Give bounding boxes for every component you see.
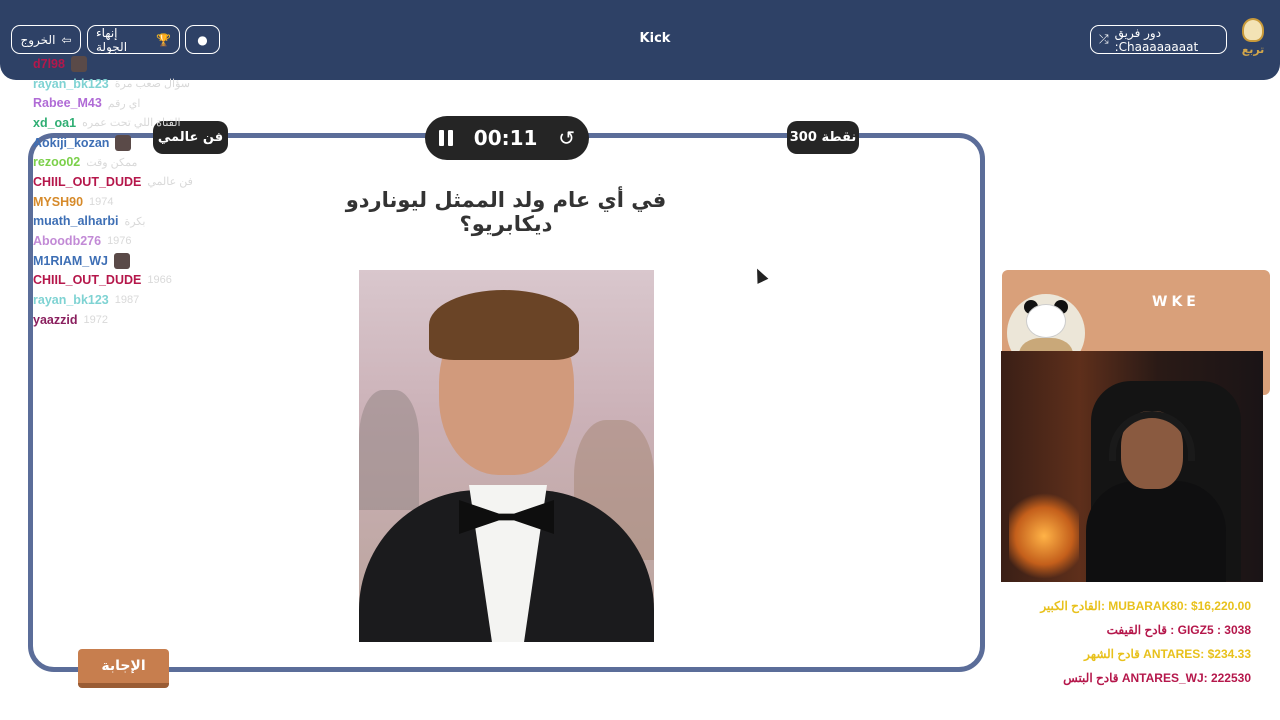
- chat-text: 1972: [83, 313, 108, 326]
- exit-label: الخروج: [20, 32, 56, 47]
- chat-message: rayan_bk123 1987: [33, 290, 233, 310]
- chat-username: CHIIL_OUT_DUDE: [33, 273, 142, 288]
- leaderboard-entry: قادح القيفت : GIGZ5 : 3038: [1106, 623, 1251, 637]
- leaderboard-entry: قادح البتس ANTARES_WJ: 222530: [1063, 671, 1251, 685]
- chat-message: Rabee_M43 اي رقم: [33, 93, 233, 113]
- chat-username: rayan_bk123: [33, 293, 109, 308]
- chat-username: CHIIL_OUT_DUDE: [33, 174, 142, 189]
- chat-message: rezoo02 ممكن وقت: [33, 152, 233, 172]
- chat-text: بكرة: [124, 215, 146, 228]
- end-round-label: إنهاء الجولة: [96, 25, 128, 54]
- leaderboard-entry: قادح الشهر ANTARES: $234.33: [1084, 647, 1251, 661]
- chat-text: اي رقم: [107, 97, 141, 110]
- reset-timer-icon[interactable]: ↺: [558, 126, 575, 150]
- exit-arrow-icon: ⇦: [61, 32, 72, 47]
- team-role-label: دور فريق :Chaaaaaaaat: [1114, 25, 1199, 54]
- palette-button[interactable]: ●: [185, 25, 220, 54]
- chat-username: M1RIAM_WJ: [33, 253, 109, 268]
- pause-icon[interactable]: [439, 130, 453, 146]
- chat-message: xd_oa1 القناة اللي تحت عمره: [33, 113, 233, 133]
- exit-button[interactable]: الخروج ⇦: [11, 25, 81, 54]
- timer-value: 00:11: [473, 126, 538, 150]
- chat-message: M1RIAM_WJ: [33, 251, 233, 271]
- chat-username: Aokiji_kozan: [33, 135, 110, 150]
- chat-text: 1976: [107, 235, 132, 248]
- chat-username: yaazzid: [33, 312, 78, 327]
- chat-message: CHIIL_OUT_DUDE فن عالمي: [33, 172, 233, 192]
- chat-username: Aboodb276: [33, 234, 102, 249]
- chat-username: MYSH90: [33, 194, 84, 209]
- chat-text: 1987: [114, 294, 140, 307]
- logo-text: تربع: [1241, 43, 1265, 56]
- team-role-button[interactable]: ⤮ دور فريق :Chaaaaaaaat: [1090, 25, 1227, 54]
- chat-username: xd_oa1: [33, 115, 77, 130]
- chat-text: سؤال صعب مرة: [114, 78, 190, 91]
- chat-avatar: [70, 55, 87, 72]
- end-round-button[interactable]: إنهاء الجولة 🏆: [87, 25, 180, 54]
- streamer-name: WKE: [1152, 294, 1200, 310]
- leaderboard-entry: القادح الكبير: MUBARAK80: $16,220.00: [1040, 599, 1251, 613]
- leaderboard: القادح الكبير: MUBARAK80: $16,220.00 قادح…: [1005, 594, 1251, 690]
- chat-username: muath_alharbi: [33, 214, 119, 229]
- chat-username: d7l98: [33, 56, 65, 71]
- trophy-icon: 🏆: [156, 32, 171, 47]
- chat-message: CHIIL_OUT_DUDE 1966: [33, 271, 233, 291]
- chat-message: Aboodb276 1976: [33, 231, 233, 251]
- chat-username: Rabee_M43: [33, 96, 102, 111]
- chat-avatar: [115, 134, 132, 151]
- chat-avatar: [114, 252, 131, 269]
- webcam-feed: [1001, 351, 1263, 582]
- app-logo: تربع: [1238, 18, 1268, 60]
- chat-message: MYSH90 1974: [33, 192, 233, 212]
- crown-icon: [1242, 18, 1264, 42]
- chat-text: 1966: [147, 274, 172, 287]
- chat-message: d7l98: [33, 54, 233, 74]
- chat-username: rezoo02: [33, 155, 81, 170]
- page-title: Kick: [639, 31, 671, 46]
- chat-text: 1974: [89, 195, 114, 208]
- question-image: [359, 270, 654, 642]
- shuffle-icon: ⤮: [1099, 32, 1109, 46]
- palette-icon: ●: [197, 32, 208, 47]
- chat-username: rayan_bk123: [33, 76, 109, 91]
- chat-text: فن عالمي: [147, 176, 193, 189]
- chat-text: ممكن وقت: [86, 156, 138, 169]
- chat-message: Aokiji_kozan: [33, 133, 233, 153]
- chat-message: rayan_bk123 سؤال صعب مرة: [33, 74, 233, 94]
- answer-button[interactable]: الإجابة: [78, 649, 169, 688]
- points-badge: 300 نقطة: [787, 121, 859, 154]
- chat-text: القناة اللي تحت عمره: [82, 117, 181, 130]
- timer-control: 00:11 ↺: [425, 116, 589, 160]
- chat-feed: d7l98 rayan_bk123 سؤال صعب مرة Rabee_M43 اي …: [33, 54, 233, 330]
- chat-message: yaazzid 1972: [33, 310, 233, 330]
- question-text: في أي عام ولد الممثل ليوناردو ديكابريو؟: [345, 188, 667, 236]
- chat-message: muath_alharbi بكرة: [33, 212, 233, 232]
